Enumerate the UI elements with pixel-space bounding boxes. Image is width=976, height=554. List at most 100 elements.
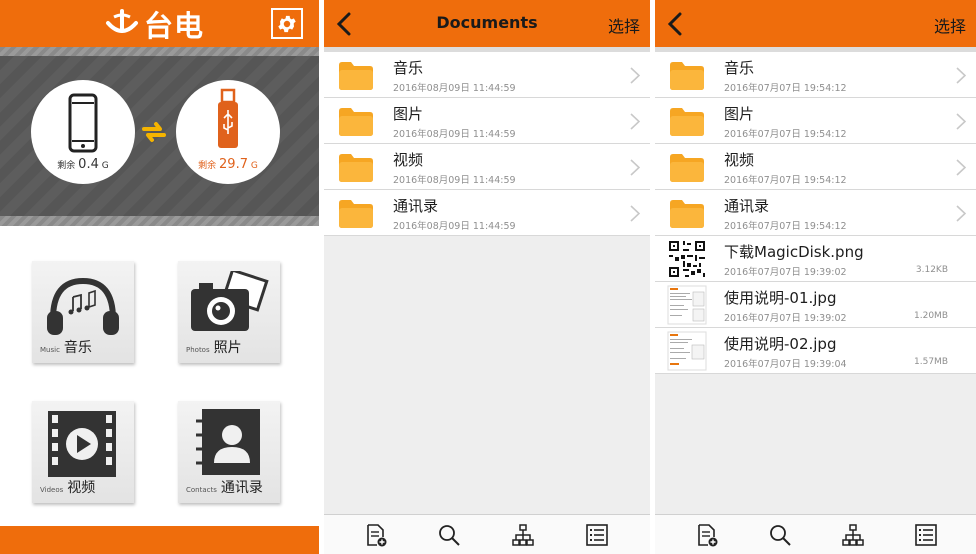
usb-free-space: 剩余 29.7 G (198, 157, 258, 172)
videos-tile[interactable]: Videos 视频 (32, 401, 134, 503)
file-name: 使用说明-01.jpg (724, 289, 837, 307)
drive-screen: 选择 音乐 2016年07月07日 19:54:12 图片 2016年07月07… (655, 0, 976, 554)
folder-icon (339, 154, 373, 182)
folder-icon (339, 200, 373, 228)
phone-free-space: 剩余 0.4 G (57, 157, 109, 172)
music-tile-label: Music 音乐 (40, 340, 92, 356)
phone-icon (68, 93, 98, 153)
file-size: 3.12KB (915, 265, 948, 275)
panel-top-stripe (0, 47, 319, 56)
file-size: 1.57MB (914, 357, 948, 367)
folder-date: 2016年08月09日 11:44:59 (393, 129, 516, 140)
brand-logo-icon (106, 9, 138, 33)
file-row[interactable]: 使用说明-02.jpg 2016年07月07日 19:39:04 1.57MB (655, 328, 976, 374)
folder-date: 2016年08月09日 11:44:59 (393, 175, 516, 186)
drive-navbar: 选择 (655, 0, 976, 47)
back-arrow-icon[interactable] (665, 12, 685, 36)
folder-row[interactable]: 通讯录 2016年08月09日 11:44:59 (324, 190, 650, 236)
home-screen: 台电 剩余 0.4 G 剩余 29.7 G Music 音乐 Photos 照片… (0, 0, 319, 554)
home-header: 台电 (0, 0, 319, 47)
chevron-right-icon (630, 113, 640, 130)
select-button[interactable]: 选择 (934, 13, 966, 37)
document-preview-icon (667, 285, 707, 325)
folder-row[interactable]: 通讯录 2016年07月07日 19:54:12 (655, 190, 976, 236)
brand-logo: 台电 (104, 6, 214, 43)
folder-icon (670, 200, 704, 228)
file-date: 2016年07月07日 19:39:02 (724, 267, 847, 278)
headphones-icon (47, 277, 119, 335)
brand-logo-text: 台电 (144, 9, 205, 43)
search-icon[interactable] (768, 523, 792, 547)
home-footer (0, 526, 319, 554)
folder-icon (339, 108, 373, 136)
folder-name: 音乐 (393, 59, 424, 77)
chevron-right-icon (630, 205, 640, 222)
chevron-right-icon (956, 113, 966, 130)
settings-button[interactable] (271, 8, 303, 39)
folder-row[interactable]: 图片 2016年07月07日 19:54:12 (655, 98, 976, 144)
swap-arrows-icon (142, 122, 166, 142)
bottom-toolbar (655, 514, 976, 554)
music-tile[interactable]: Music 音乐 (32, 261, 134, 363)
page-title: Documents (436, 13, 538, 32)
camera-icon (191, 271, 269, 331)
qr-code-thumbnail (667, 239, 707, 279)
folder-name: 图片 (393, 105, 424, 123)
documents-list: 音乐 2016年08月09日 11:44:59 图片 2016年08月09日 1… (324, 52, 650, 236)
folder-date: 2016年07月07日 19:54:12 (724, 129, 847, 140)
file-row[interactable]: 使用说明-01.jpg 2016年07月07日 19:39:02 1.20MB (655, 282, 976, 328)
folder-row[interactable]: 音乐 2016年07月07日 19:54:12 (655, 52, 976, 98)
folder-date: 2016年07月07日 19:54:12 (724, 175, 847, 186)
select-button[interactable]: 选择 (608, 13, 640, 37)
folder-icon (670, 154, 704, 182)
file-row[interactable]: 下载MagicDisk.png 2016年07月07日 19:39:02 3.1… (655, 236, 976, 282)
documents-navbar: Documents 选择 (324, 0, 650, 47)
file-date: 2016年07月07日 19:39:04 (724, 359, 847, 370)
folder-date: 2016年07月07日 19:54:12 (724, 83, 847, 94)
photos-tile[interactable]: Photos 照片 (178, 261, 280, 363)
phone-storage[interactable]: 剩余 0.4 G (31, 80, 135, 184)
contacts-tile[interactable]: Contacts 通讯录 (178, 401, 280, 503)
folder-row[interactable]: 视频 2016年08月09日 11:44:59 (324, 144, 650, 190)
folder-name: 视频 (393, 151, 424, 169)
file-name: 下载MagicDisk.png (724, 243, 864, 261)
chevron-right-icon (630, 67, 640, 84)
folder-icon (670, 108, 704, 136)
new-file-icon[interactable] (695, 523, 719, 547)
file-size: 1.20MB (914, 311, 948, 321)
drive-list: 音乐 2016年07月07日 19:54:12 图片 2016年07月07日 1… (655, 52, 976, 374)
documents-screen: Documents 选择 音乐 2016年08月09日 11:44:59 图片 … (324, 0, 650, 554)
folder-name: 音乐 (724, 59, 755, 77)
qr-code-icon (667, 239, 707, 279)
hierarchy-icon[interactable] (841, 523, 865, 547)
folder-date: 2016年08月09日 11:44:59 (393, 83, 516, 94)
folder-name: 通讯录 (393, 197, 439, 215)
folder-row[interactable]: 音乐 2016年08月09日 11:44:59 (324, 52, 650, 98)
folder-date: 2016年07月07日 19:54:12 (724, 221, 847, 232)
list-icon[interactable] (585, 523, 609, 547)
folder-row[interactable]: 视频 2016年07月07日 19:54:12 (655, 144, 976, 190)
document-preview-icon (667, 331, 707, 371)
screens-container: 台电 剩余 0.4 G 剩余 29.7 G Music 音乐 Photos 照片… (0, 0, 976, 554)
chevron-right-icon (956, 67, 966, 84)
folder-name: 图片 (724, 105, 755, 123)
file-name: 使用说明-02.jpg (724, 335, 837, 353)
folder-name: 视频 (724, 151, 755, 169)
chevron-right-icon (630, 159, 640, 176)
gear-icon (278, 15, 296, 32)
photos-tile-label: Photos 照片 (186, 340, 242, 356)
search-icon[interactable] (437, 523, 461, 547)
folder-icon (339, 62, 373, 90)
usb-storage[interactable]: 剩余 29.7 G (176, 80, 280, 184)
bottom-toolbar (324, 514, 650, 554)
hierarchy-icon[interactable] (511, 523, 535, 547)
new-file-icon[interactable] (364, 523, 388, 547)
list-icon[interactable] (914, 523, 938, 547)
document-thumbnail (667, 331, 707, 371)
usb-drive-icon (218, 88, 238, 148)
folder-name: 通讯录 (724, 197, 770, 215)
folder-row[interactable]: 图片 2016年08月09日 11:44:59 (324, 98, 650, 144)
document-thumbnail (667, 285, 707, 325)
contacts-tile-label: Contacts 通讯录 (186, 480, 263, 496)
folder-date: 2016年08月09日 11:44:59 (393, 221, 516, 232)
